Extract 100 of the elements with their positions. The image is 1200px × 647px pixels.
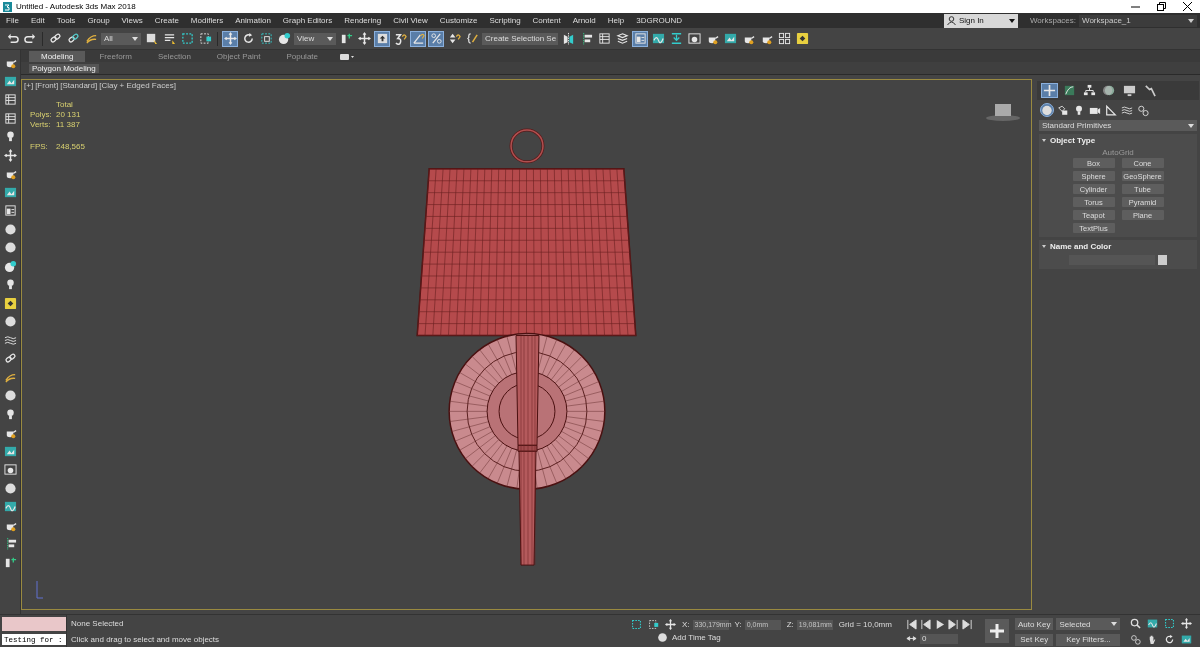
manipulate-icon[interactable] <box>374 30 390 47</box>
next-icon[interactable] <box>961 619 973 630</box>
waves-icon[interactable] <box>1120 103 1134 117</box>
menu-item[interactable]: Scripting <box>483 16 527 25</box>
menu-item[interactable]: Modifiers <box>184 16 230 25</box>
menu-item[interactable]: Help <box>601 16 631 25</box>
image-icon[interactable] <box>1181 633 1193 645</box>
viewport[interactable]: [+] [Front] [Standard] [Clay + Edged Faces] Total Polys: 20 131 Verts: 11 387 FPS: 248,565 <box>21 79 1032 610</box>
render-icon[interactable] <box>3 463 17 476</box>
menu-item[interactable]: Civil View <box>387 16 434 25</box>
monitor-icon[interactable] <box>1121 83 1138 98</box>
image-icon[interactable] <box>3 185 17 199</box>
menu-item[interactable]: Rendering <box>338 16 388 25</box>
move-icon[interactable] <box>356 30 372 47</box>
close-icon[interactable] <box>1182 2 1192 11</box>
menu-item[interactable]: Views <box>115 16 149 25</box>
restore-icon[interactable] <box>1156 2 1166 11</box>
grid-icon[interactable] <box>776 30 792 47</box>
ribbon-tab[interactable]: Selection <box>145 51 203 62</box>
ribbon-tab[interactable]: Freeform <box>87 51 144 62</box>
dashed-square-icon[interactable] <box>1164 618 1176 629</box>
image-icon[interactable] <box>3 74 17 88</box>
expand-icon[interactable] <box>1042 139 1046 142</box>
menu-item[interactable]: Animation <box>229 16 277 25</box>
sphere-icon[interactable] <box>3 315 17 328</box>
menu-item[interactable]: File <box>0 16 25 25</box>
add-time-tag[interactable]: Add Time Tag <box>672 633 721 642</box>
ribbon-tab[interactable]: Populate <box>274 51 330 62</box>
view-cube-icon[interactable] <box>985 102 1021 122</box>
sphere-icon[interactable] <box>657 632 668 643</box>
waves-icon[interactable] <box>3 333 17 347</box>
frame-field[interactable]: 0 <box>919 633 958 644</box>
triangle-icon[interactable] <box>1104 103 1118 117</box>
toggle-icon[interactable] <box>340 53 354 62</box>
table-icon[interactable] <box>3 93 17 106</box>
sphere-icon[interactable] <box>3 222 17 236</box>
dashed-square-icon[interactable] <box>179 30 195 47</box>
percent-icon[interactable] <box>428 30 444 47</box>
spheres-icon[interactable] <box>276 30 292 47</box>
curve-icon[interactable] <box>3 500 17 513</box>
next-icon[interactable] <box>947 619 959 630</box>
viewport-label[interactable]: [Front] <box>35 81 59 90</box>
render-icon[interactable] <box>686 30 702 47</box>
named-selection-dropdown[interactable]: Create Selection Se <box>482 32 558 45</box>
circles-icon[interactable] <box>1130 633 1142 645</box>
image-icon[interactable] <box>3 444 17 458</box>
menu-item[interactable]: Edit <box>24 16 51 25</box>
viewport-label[interactable]: [Clay + Edged Faces] <box>99 81 176 90</box>
angle-icon[interactable] <box>410 30 426 47</box>
menu-item[interactable]: Arnold <box>566 16 602 25</box>
selection-filter-dropdown[interactable]: All <box>101 32 141 45</box>
search-icon[interactable] <box>1130 618 1142 629</box>
key-mode-dropdown[interactable]: Selected <box>1056 618 1121 630</box>
crossing-icon[interactable] <box>197 30 213 47</box>
table-icon[interactable] <box>596 30 612 47</box>
menu-item[interactable]: Group <box>81 16 116 25</box>
viewport-label[interactable]: [Standard] <box>60 81 98 90</box>
sphere-icon[interactable] <box>3 389 17 402</box>
curve-icon[interactable] <box>1147 618 1159 629</box>
rollout-title[interactable]: Object Type <box>1050 136 1096 145</box>
link-icon[interactable] <box>3 352 17 365</box>
ribbon-panel-tab[interactable]: Polygon Modeling <box>29 63 99 73</box>
braces-icon[interactable] <box>464 30 480 47</box>
previous-icon[interactable] <box>905 619 917 630</box>
auto-key-button[interactable]: Auto Key <box>1014 618 1054 630</box>
ribbon-tab[interactable]: Object Paint <box>204 51 273 62</box>
rotate-icon[interactable] <box>1164 633 1176 645</box>
coordinate-system-dropdown[interactable]: View <box>294 32 336 45</box>
ribbon-icon[interactable] <box>632 30 648 47</box>
rollout-title[interactable]: Name and Color <box>1050 242 1112 251</box>
sphere-icon[interactable] <box>3 241 17 254</box>
plus-icon[interactable] <box>1041 83 1058 98</box>
menu-item[interactable]: 3DGROUND <box>630 16 688 25</box>
circles-icon[interactable] <box>1136 103 1150 117</box>
workspace-dropdown[interactable]: Workspace_1 <box>1079 14 1197 27</box>
sign-in-dropdown[interactable]: Sign In <box>943 13 1018 28</box>
pivot-icon[interactable] <box>3 555 17 569</box>
key-plus-icon[interactable] <box>984 619 1009 643</box>
ribbon-tab[interactable]: Modeling <box>29 51 86 62</box>
listener-field[interactable] <box>2 617 66 631</box>
menu-item[interactable]: Customize <box>433 16 484 25</box>
previous-icon[interactable] <box>919 619 931 630</box>
time-config-icon[interactable] <box>905 633 917 644</box>
scale-icon[interactable] <box>258 30 274 47</box>
layers-icon[interactable] <box>614 30 630 47</box>
sphere-icon[interactable] <box>1040 103 1054 117</box>
spheres-icon[interactable] <box>3 259 17 273</box>
menu-item[interactable]: Content <box>526 16 567 25</box>
move-icon[interactable] <box>222 30 238 47</box>
primitives-dropdown[interactable]: Standard Primitives <box>1039 120 1197 131</box>
table-icon[interactable] <box>3 111 17 125</box>
crossing-icon[interactable] <box>648 619 659 630</box>
sphere-icon[interactable] <box>3 481 17 495</box>
color-swatch[interactable] <box>1158 255 1167 265</box>
viewport-label[interactable]: [+] <box>24 81 34 90</box>
expand-icon[interactable] <box>1042 245 1046 248</box>
dashed-square-icon[interactable] <box>631 619 642 630</box>
menu-item[interactable]: Tools <box>50 16 82 25</box>
shapes-icon[interactable] <box>1056 103 1070 117</box>
hierarchy-icon[interactable] <box>1081 83 1098 98</box>
